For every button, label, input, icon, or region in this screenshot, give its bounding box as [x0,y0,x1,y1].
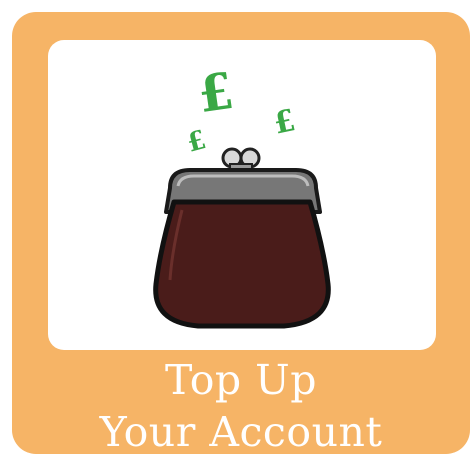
tile-label-line1: Top Up [165,356,317,404]
tile-label-line2: Your Account [99,408,383,456]
svg-text:£: £ [271,103,299,142]
pound-symbol-icon: £ [194,61,237,124]
svg-text:£: £ [194,61,237,124]
top-up-account-button[interactable]: £ £ £ Top Up Your Account [12,12,470,454]
svg-text:£: £ [184,125,209,159]
pound-symbol-icon: £ [271,103,299,142]
purse-body [153,199,331,329]
pound-symbol-icon: £ [184,125,209,159]
purse-icon: £ £ £ [153,61,331,329]
icon-panel: £ £ £ [48,40,436,350]
